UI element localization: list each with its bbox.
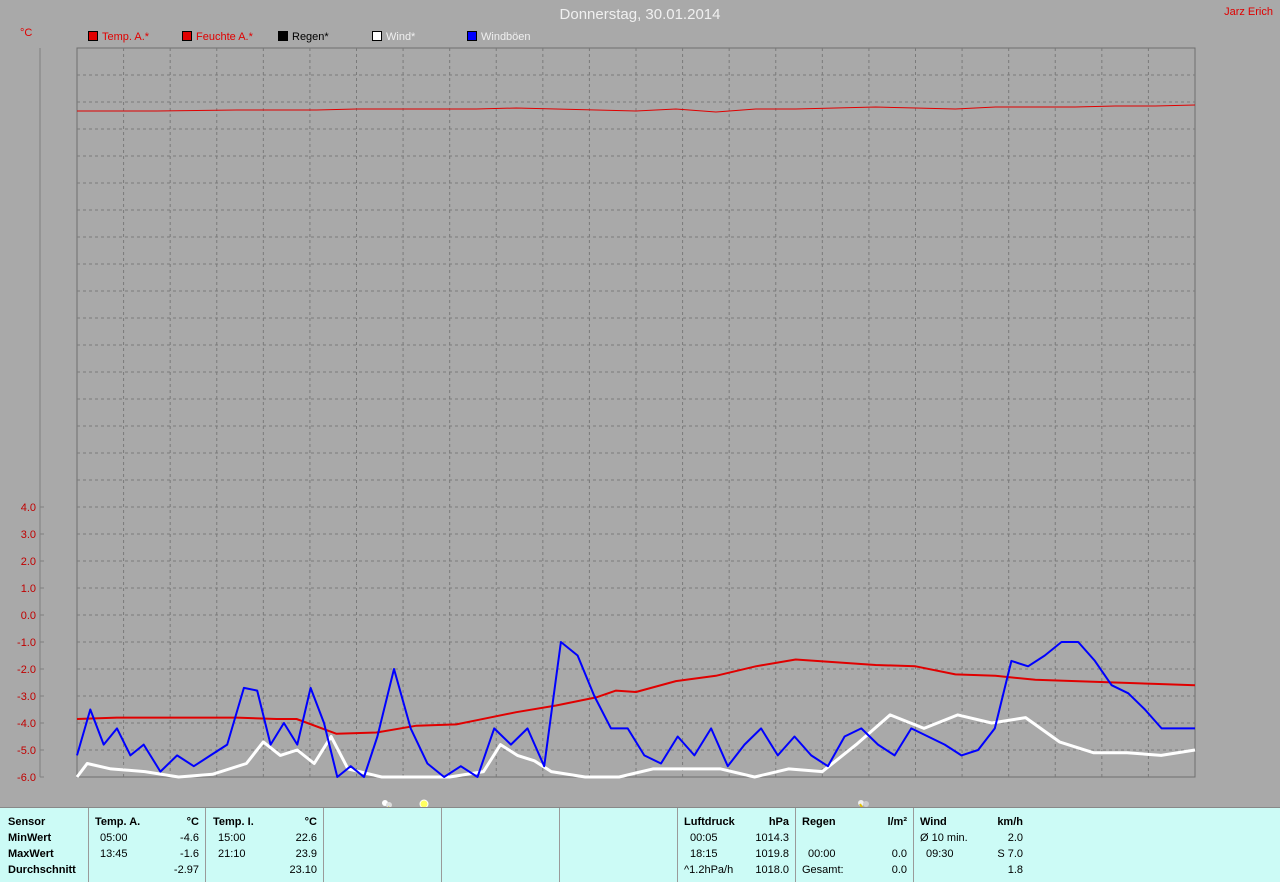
rain-max-time: 00:00: [808, 848, 836, 860]
wind-gust-value: S 7.0: [997, 848, 1023, 860]
temp-a-column: Temp. A. °C 05:00 -4.6 13:45 -1.6 -2.97: [89, 808, 206, 882]
temp-a-unit: °C: [186, 816, 199, 828]
temp-a-average: -2.97: [173, 864, 199, 876]
empty-column-3: [560, 808, 678, 882]
pressure-min-time: 00:05: [690, 832, 718, 844]
y-tick-label: -1.0: [17, 637, 36, 649]
row-labels-column: Sensor MinWert MaxWert Durchschnitt: [0, 808, 89, 882]
y-tick-label: -3.0: [17, 691, 36, 703]
wind-header: Wind: [920, 816, 947, 828]
pressure-max-time: 18:15: [690, 848, 718, 860]
pressure-min-value: 1014.3: [755, 832, 789, 844]
rain-column: Regen l/m² 00:00 0.0 Gesamt: 0.0: [796, 808, 914, 882]
pressure-trend-label: ^1.2hPa/h: [684, 864, 734, 876]
y-tick-label: 0.0: [21, 610, 36, 622]
y-tick-label: 4.0: [21, 502, 36, 514]
temp-i-max-time: 21:10: [218, 848, 246, 860]
y-tick-label: 1.0: [21, 583, 36, 595]
rain-unit: l/m²: [887, 816, 907, 828]
statistics-panel: Sensor MinWert MaxWert Durchschnitt Temp…: [0, 807, 1280, 882]
empty-column-1: [324, 808, 442, 882]
rain-header: Regen: [802, 816, 836, 828]
wind-column: Wind km/h Ø 10 min. 2.0 09:30 S 7.0 1.8: [914, 808, 1031, 882]
pressure-header: Luftdruck: [684, 816, 735, 828]
temp-i-max-value: 23.9: [295, 848, 317, 860]
wind-unit: km/h: [997, 816, 1023, 828]
temp-i-min-value: 22.6: [295, 832, 317, 844]
y-tick-label: 2.0: [21, 556, 36, 568]
temp-a-min-value: -4.6: [180, 832, 199, 844]
row-label-max: MaxWert: [8, 848, 54, 860]
temp-i-header: Temp. I.: [213, 816, 254, 828]
temp-i-average: 23.10: [289, 864, 317, 876]
temp-a-min-time: 05:00: [100, 832, 128, 844]
y-tick-label: 3.0: [21, 529, 36, 541]
row-label-min: MinWert: [8, 832, 52, 844]
rain-max-value: 0.0: [891, 848, 907, 860]
temp-a-max-value: -1.6: [180, 848, 199, 860]
wind-average: 1.8: [1007, 864, 1023, 876]
wind-avg-label: Ø 10 min.: [920, 832, 968, 844]
grid: [77, 48, 1195, 777]
y-tick-label: -2.0: [17, 664, 36, 676]
pressure-unit: hPa: [768, 816, 789, 828]
temp-a-header: Temp. A.: [95, 816, 141, 828]
rain-total-value: 0.0: [891, 864, 907, 876]
rain-total-label: Gesamt:: [802, 864, 844, 876]
pressure-trend-value: 1018.0: [755, 864, 789, 876]
temp-i-column: Temp. I. °C 15:00 22.6 21:10 23.9 23.10: [206, 808, 324, 882]
y-tick-label: -4.0: [17, 718, 36, 730]
temp-i-unit: °C: [304, 816, 317, 828]
chart-plot: 4.0 3.0 2.0 1.0 0.0 -1.0 -2.0 -3.0 -4.0 -5.0 -6.0: [17, 47, 1196, 784]
pressure-column: Luftdruck hPa 00:05 1014.3 18:15 1019.8 …: [678, 808, 796, 882]
wind-avg-value: 2.0: [1007, 832, 1023, 844]
row-label-avg: Durchschnitt: [8, 864, 76, 876]
row-label-sensor: Sensor: [8, 816, 46, 828]
y-tick-label: -5.0: [17, 745, 36, 757]
wind-gust-time: 09:30: [926, 848, 954, 860]
temp-i-min-time: 15:00: [218, 832, 246, 844]
empty-column-2: [442, 808, 560, 882]
pressure-max-value: 1019.8: [755, 848, 789, 860]
y-tick-label: -6.0: [17, 772, 36, 784]
temp-a-max-time: 13:45: [100, 848, 128, 860]
